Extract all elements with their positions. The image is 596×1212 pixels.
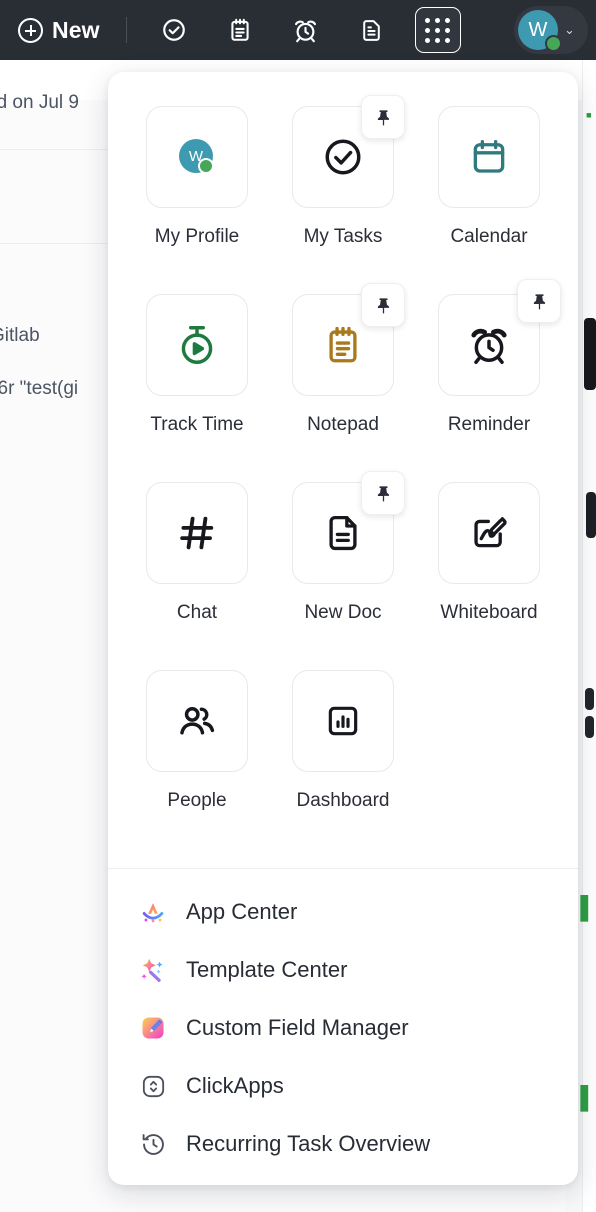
app-tile-track-time[interactable]: Track Time <box>124 294 270 482</box>
clickapps-icon <box>136 1069 170 1103</box>
app-label: Chat <box>176 602 218 623</box>
app-tile-reminder[interactable]: Reminder <box>416 279 562 482</box>
menu-item-label: Recurring Task Overview <box>186 1131 431 1156</box>
notepad-icon[interactable] <box>217 7 263 53</box>
whiteboard-icon <box>468 512 510 554</box>
app-label: Whiteboard <box>440 602 538 623</box>
background-dark-block-2 <box>586 492 596 538</box>
user-avatar-icon: W <box>175 135 219 179</box>
background-green-marker-3: ▌ <box>580 1085 596 1110</box>
menu-item-clickapps[interactable]: ClickApps <box>108 1057 578 1115</box>
app-grid: W My Profile My Tasks Calendar Track Tim… <box>108 72 578 858</box>
background-dark-block-3 <box>585 688 594 710</box>
avatar-initial: W <box>528 18 548 41</box>
pin-badge[interactable] <box>517 279 561 323</box>
check-circle-icon <box>321 135 365 179</box>
grid-dots <box>425 17 451 43</box>
app-label: My Tasks <box>303 226 383 247</box>
tile-surface <box>292 471 405 584</box>
app-tile-notepad[interactable]: Notepad <box>270 283 416 482</box>
app-label: Dashboard <box>296 790 390 811</box>
tile-surface <box>146 294 248 396</box>
app-tile-my-tasks[interactable]: My Tasks <box>270 95 416 294</box>
edit-square-icon <box>136 1011 170 1045</box>
magic-wand-icon <box>136 953 170 987</box>
screen: ed on Jul 9 Gitlab z6r "test(gi ▪ ▌ ▌ Ne… <box>0 0 596 1212</box>
menu-item-label: App Center <box>186 899 298 924</box>
background-green-marker: ▪ <box>585 105 592 125</box>
tile-surface <box>292 283 405 396</box>
hash-icon <box>175 511 219 555</box>
menu-item-custom-field-manager[interactable]: Custom Field Manager <box>108 999 578 1057</box>
tile-surface <box>292 670 394 772</box>
background-gitlab-text: Gitlab <box>0 325 40 346</box>
tile-surface <box>438 106 540 208</box>
app-label: People <box>167 790 227 811</box>
plus-circle-icon <box>18 17 43 43</box>
tile-surface: W <box>146 106 248 208</box>
user-menu-button[interactable]: W ⌄ <box>514 6 588 54</box>
tile-surface <box>438 279 561 396</box>
document-icon <box>322 512 364 554</box>
app-tile-people[interactable]: People <box>124 670 270 858</box>
online-status-dot <box>545 35 562 52</box>
tile-surface <box>292 95 405 208</box>
background-date-text: ed on Jul 9 <box>0 92 79 113</box>
background-dark-block-1 <box>584 318 596 390</box>
pin-badge[interactable] <box>361 95 405 139</box>
app-tile-whiteboard[interactable]: Whiteboard <box>416 482 562 670</box>
top-navigation-bar: New W ⌄ <box>0 0 596 60</box>
app-tile-calendar[interactable]: Calendar <box>416 106 562 294</box>
background-divider-1 <box>0 149 120 150</box>
app-label: My Profile <box>154 226 240 247</box>
background-right-column <box>582 60 596 1212</box>
check-circle-icon[interactable] <box>151 7 197 53</box>
menu-item-label: Custom Field Manager <box>186 1015 409 1040</box>
toolbar-icons <box>141 7 471 53</box>
menu-item-app-center[interactable]: App Center <box>108 883 578 941</box>
avatar: W <box>518 10 562 52</box>
menu-item-recurring-task-overview[interactable]: Recurring Task Overview <box>108 1115 578 1173</box>
calendar-icon <box>468 136 510 178</box>
tile-surface <box>146 670 248 772</box>
menu-item-label: Template Center <box>186 957 348 982</box>
menu-item-label: ClickApps <box>186 1073 284 1098</box>
chevron-down-icon: ⌄ <box>564 22 575 37</box>
apps-dropdown-panel: W My Profile My Tasks Calendar Track Tim… <box>108 72 578 1185</box>
notepad-icon <box>322 324 364 366</box>
app-label: Notepad <box>307 414 379 435</box>
new-button-label: New <box>52 16 100 43</box>
background-commit-text: z6r "test(gi <box>0 378 79 399</box>
app-tile-new-doc[interactable]: New Doc <box>270 471 416 670</box>
dashboard-icon <box>323 701 363 741</box>
menu-item-template-center[interactable]: Template Center <box>108 941 578 999</box>
app-label: Reminder <box>447 414 531 435</box>
background-dark-block-4 <box>585 716 594 738</box>
panel-menu-list: App Center Template Center Custom Field … <box>108 869 578 1185</box>
document-icon[interactable] <box>349 7 395 53</box>
tile-surface <box>146 482 248 584</box>
app-tile-chat[interactable]: Chat <box>124 482 270 670</box>
app-grid-icon[interactable] <box>414 7 461 53</box>
pin-badge[interactable] <box>361 471 405 515</box>
people-icon <box>175 699 219 743</box>
new-button[interactable]: New <box>18 17 100 44</box>
background-green-marker-2: ▌ <box>580 895 596 920</box>
history-clock-icon <box>136 1127 170 1161</box>
stopwatch-icon <box>175 323 219 367</box>
toolbar-divider <box>125 17 127 43</box>
app-label: Calendar <box>450 226 528 247</box>
background-divider-2 <box>0 243 120 244</box>
alarm-clock-icon <box>467 323 511 367</box>
app-tile-my-profile[interactable]: W My Profile <box>124 106 270 294</box>
app-label: Track Time <box>150 414 244 435</box>
pin-badge[interactable] <box>361 283 405 327</box>
app-tile-dashboard[interactable]: Dashboard <box>270 670 416 858</box>
app-center-icon <box>136 895 170 929</box>
app-label: New Doc <box>304 602 382 623</box>
tile-surface <box>438 482 540 584</box>
alarm-clock-icon[interactable] <box>283 7 329 53</box>
